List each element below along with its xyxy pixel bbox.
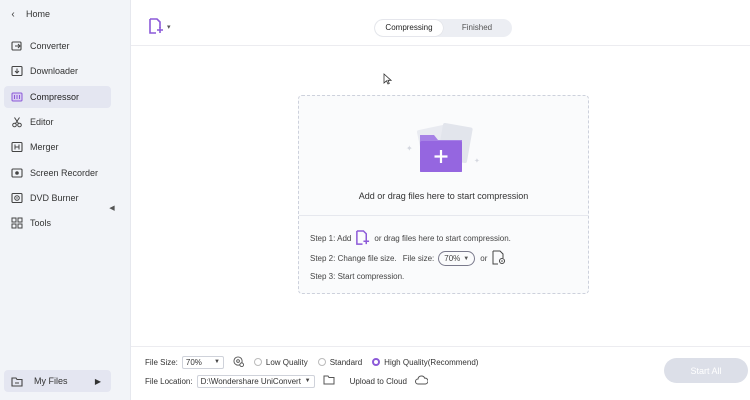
file-size-row: File Size: 70% ▼ Low Quality Standard Hi… <box>145 355 478 369</box>
sidebar-item-label: Converter <box>30 41 70 51</box>
upload-to-cloud-label[interactable]: Upload to Cloud <box>350 377 407 386</box>
radio-icon <box>317 358 326 366</box>
chevron-down-icon: ▼ <box>304 378 311 384</box>
main-panel: ▾ Compressing Finished ✦ ✦ Add or drag f… <box>130 0 750 400</box>
file-location-label: File Location: <box>145 376 193 386</box>
radio-selected-icon <box>372 358 381 366</box>
sidebar: ‹ Home Converter Downloader Compressor E… <box>0 0 117 400</box>
add-file-inline-icon[interactable] <box>355 230 370 247</box>
merger-icon <box>6 136 28 158</box>
converter-icon <box>6 35 28 57</box>
step-2-file-size-select[interactable]: 70% ▼ <box>438 251 476 266</box>
drop-zone[interactable]: ✦ ✦ Add or drag files here to start comp… <box>298 95 589 294</box>
tab-finished[interactable]: Finished <box>443 20 511 36</box>
add-files-button[interactable]: ▾ <box>148 18 171 36</box>
compress-settings-icon[interactable] <box>233 355 244 369</box>
sidebar-item-label: DVD Burner <box>30 193 79 203</box>
chevron-down-icon: ▾ <box>167 24 171 31</box>
sidebar-item-dvd-burner[interactable]: DVD Burner <box>4 187 111 209</box>
home-button[interactable]: ‹ Home <box>0 0 117 28</box>
sidebar-item-label: Downloader <box>30 66 79 76</box>
sidebar-item-label: Editor <box>30 117 54 127</box>
sidebar-item-tools[interactable]: Tools <box>4 212 111 234</box>
back-arrow-icon: ‹ <box>11 8 15 20</box>
sidebar-item-label: Screen Recorder <box>30 168 99 178</box>
top-bar: ▾ Compressing Finished <box>131 0 750 46</box>
quality-standard-radio[interactable]: Standard <box>317 357 363 367</box>
collapse-sidebar-button[interactable]: ◀ <box>106 199 118 217</box>
drop-area[interactable]: ✦ ✦ Add or drag files here to start comp… <box>299 96 588 216</box>
sidebar-item-merger[interactable]: Merger <box>4 136 111 158</box>
start-all-button[interactable]: Start All <box>664 358 748 383</box>
quality-low-label: Low Quality <box>265 357 308 367</box>
home-label: Home <box>26 9 51 19</box>
svg-text:✦: ✦ <box>474 157 480 165</box>
step-2-or: or <box>480 254 488 263</box>
file-settings-icon[interactable] <box>492 250 506 267</box>
file-location-row: File Location: D:\Wondershare UniConvert… <box>145 374 429 388</box>
dvd-icon <box>6 187 28 209</box>
step-3: Step 3: Start compression. <box>310 272 405 281</box>
svg-text:✦: ✦ <box>406 144 413 153</box>
quality-low-radio[interactable]: Low Quality <box>253 357 308 367</box>
sidebar-item-label: Merger <box>30 142 59 152</box>
scissors-icon <box>6 111 28 133</box>
my-files-button[interactable]: My Files ▶ <box>4 370 111 392</box>
quality-standard-label: Standard <box>329 357 363 367</box>
file-size-select[interactable]: 70% ▼ <box>181 355 224 369</box>
step-2-prefix: Step 2: Change file size. <box>310 254 397 263</box>
open-folder-icon[interactable] <box>323 375 335 387</box>
chevron-down-icon: ▼ <box>213 359 220 365</box>
file-size-label: File Size: <box>145 357 178 367</box>
sidebar-item-screen-recorder[interactable]: Screen Recorder <box>4 162 111 184</box>
file-location-value: D:\Wondershare UniConverter <box>200 376 301 386</box>
bottom-bar: File Size: 70% ▼ Low Quality Standard Hi… <box>131 346 750 400</box>
tools-grid-icon <box>6 212 28 234</box>
step-2-file-size-label: File size: <box>402 254 435 263</box>
step-1: Step 1: Add or drag files here to start … <box>310 230 511 247</box>
tab-compressing[interactable]: Compressing <box>375 20 443 36</box>
screen-recorder-icon <box>6 162 28 184</box>
cloud-icon[interactable] <box>414 375 429 387</box>
step-2: Step 2: Change file size. File size: 70%… <box>310 250 506 267</box>
radio-icon <box>253 358 262 366</box>
my-files-label: My Files <box>34 376 68 386</box>
chevron-right-icon: ▶ <box>94 376 101 386</box>
downloader-icon <box>6 60 28 82</box>
sidebar-item-label: Tools <box>30 218 52 228</box>
add-folder-illustration: ✦ ✦ <box>400 121 486 181</box>
sidebar-item-converter[interactable]: Converter <box>4 35 111 57</box>
add-file-icon <box>148 18 164 36</box>
status-tabs: Compressing Finished <box>374 19 512 37</box>
file-location-select[interactable]: D:\Wondershare UniConverter ▼ <box>196 374 315 388</box>
step-1-suffix: or drag files here to start compression. <box>374 234 511 243</box>
quality-high-label: High Quality(Recommend) <box>384 357 479 367</box>
sidebar-item-label: Compressor <box>30 92 80 102</box>
drop-zone-text: Add or drag files here to start compress… <box>358 191 529 201</box>
compressor-icon <box>6 86 28 108</box>
sidebar-item-compressor[interactable]: Compressor <box>4 86 111 108</box>
mouse-cursor-icon <box>383 73 393 87</box>
folder-icon <box>6 376 28 387</box>
quality-high-radio[interactable]: High Quality(Recommend) <box>372 358 478 367</box>
chevron-left-icon: ◀ <box>109 205 115 212</box>
step-2-file-size-value: 70% <box>444 254 461 263</box>
step-1-prefix: Step 1: Add <box>310 234 352 243</box>
file-size-value: 70% <box>185 357 202 367</box>
sidebar-item-downloader[interactable]: Downloader <box>4 60 111 82</box>
chevron-down-icon: ▼ <box>463 255 470 262</box>
sidebar-item-editor[interactable]: Editor <box>4 111 111 133</box>
